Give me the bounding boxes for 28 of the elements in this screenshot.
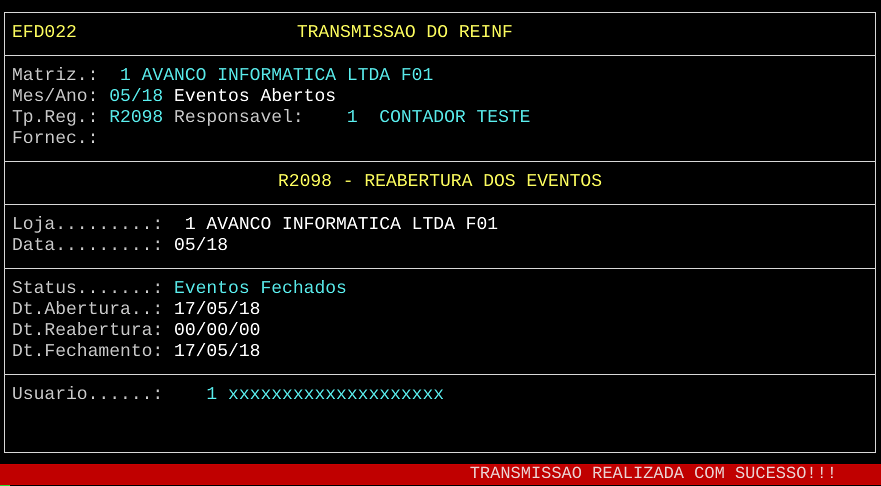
field-label: Fornec.: — [12, 129, 98, 150]
field-label: Responsavel: — [174, 108, 304, 129]
field-value: 1 AVANCO INFORMATICA LTDA F01 — [119, 66, 434, 87]
field-value: R2098 — [109, 108, 164, 129]
field-value: 17/05/18 — [174, 300, 260, 321]
screen-title: TRANSMISSAO DO REINF — [296, 23, 513, 44]
field-value: 00/00/00 — [174, 321, 260, 342]
field-label: Matriz.: — [12, 66, 98, 87]
field-label: Status.......: — [12, 279, 164, 300]
field-value: 1 xxxxxxxxxxxxxxxxxxxx — [205, 385, 444, 406]
field-value: 17/05/18 — [174, 342, 260, 363]
status-message: TRANSMISSAO REALIZADA COM SUCESSO!!! — [0, 464, 881, 485]
field-value: 1 AVANCO INFORMATICA LTDA F01 — [184, 215, 498, 236]
section-heading: R2098 - REABERTURA DOS EVENTOS — [278, 172, 602, 192]
field-value: 1 CONTADOR TESTE — [346, 108, 530, 129]
field-value: 05/18 — [174, 236, 228, 257]
program-code: EFD022 — [12, 23, 77, 44]
field-label: Dt.Reabertura: — [12, 321, 164, 342]
field-label: Dt.Abertura..: — [12, 300, 164, 321]
field-value: Eventos Abertos — [174, 87, 336, 108]
field-value: 05/18 — [109, 87, 164, 108]
field-label: Dt.Fechamento: — [12, 342, 164, 363]
field-label: Data.........: — [12, 236, 164, 257]
field-label: Tp.Reg.: — [12, 108, 98, 129]
field-label: Usuario......: — [12, 385, 164, 406]
field-value: Eventos Fechados — [174, 279, 347, 300]
field-label: Mes/Ano: — [12, 87, 98, 108]
field-label: Loja.........: — [12, 215, 164, 236]
